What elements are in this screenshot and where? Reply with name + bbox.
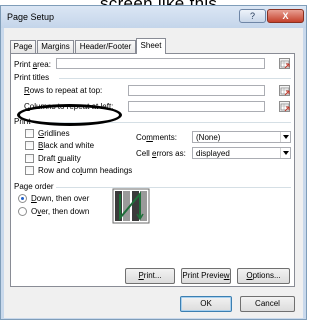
options-button[interactable]: Options...: [237, 268, 290, 284]
over-then-down-radio[interactable]: [18, 207, 27, 216]
sheet-tab-panel: Print area: Print titles Rows to repeat …: [10, 53, 295, 287]
print-area-range-picker[interactable]: [279, 58, 290, 69]
range-picker-icon: [280, 60, 290, 69]
range-picker-icon: [280, 103, 290, 112]
chevron-down-icon: [280, 148, 290, 158]
print-button[interactable]: Print...: [125, 268, 175, 284]
print-titles-heading: Print titles: [14, 73, 50, 82]
title-bar: Page Setup ? X: [1, 6, 306, 28]
row-column-headings-checkbox[interactable]: [25, 166, 34, 175]
cell-errors-dropdown[interactable]: displayed: [192, 147, 291, 159]
tab-header-footer[interactable]: Header/Footer: [75, 40, 136, 53]
cell-errors-value: displayed: [196, 149, 230, 158]
page-order-divider: [56, 187, 291, 188]
help-button[interactable]: ?: [239, 9, 266, 23]
range-picker-icon: [280, 87, 290, 96]
tab-sheet[interactable]: Sheet: [136, 38, 166, 54]
dialog-title: Page Setup: [7, 12, 55, 22]
page-order-heading: Page order: [14, 182, 54, 191]
print-titles-divider: [59, 78, 291, 79]
print-preview-button[interactable]: Print Preview: [181, 268, 231, 284]
page-setup-dialog: Page Setup ? X Page Margins Header/Foote…: [0, 5, 307, 320]
cell-errors-label: Cell errors as:: [136, 149, 186, 158]
rows-to-repeat-label: Rows to repeat at top:: [24, 86, 103, 95]
over-then-down-label: Over, then down: [31, 207, 90, 216]
columns-to-repeat-input[interactable]: [128, 101, 265, 112]
rows-range-picker[interactable]: [279, 85, 290, 96]
comments-dropdown[interactable]: (None): [192, 131, 291, 143]
page-order-preview-icon: [112, 188, 150, 224]
dialog-body: Page Margins Header/Footer Sheet Print a…: [4, 28, 303, 318]
cancel-button[interactable]: Cancel: [240, 296, 295, 312]
gridlines-checkbox[interactable]: [25, 129, 34, 138]
ok-button[interactable]: OK: [180, 296, 232, 312]
black-and-white-label: Black and white: [38, 141, 95, 150]
print-divider: [36, 122, 291, 123]
print-area-input[interactable]: [56, 58, 265, 69]
comments-value: (None): [196, 133, 221, 142]
columns-to-repeat-label: Columns to repeat at left:: [24, 102, 114, 111]
tab-page[interactable]: Page: [10, 40, 36, 53]
gridlines-label: Gridlines: [38, 129, 70, 138]
draft-quality-checkbox[interactable]: [25, 154, 34, 163]
tab-margins[interactable]: Margins: [37, 40, 74, 53]
draft-quality-label: Draft quality: [38, 154, 81, 163]
down-then-over-label: Down, then over: [31, 194, 90, 203]
print-heading: Print: [14, 117, 31, 126]
columns-range-picker[interactable]: [279, 101, 290, 112]
black-and-white-checkbox[interactable]: [25, 141, 34, 150]
close-button[interactable]: X: [267, 9, 304, 23]
chevron-down-icon: [280, 132, 290, 142]
down-then-over-radio[interactable]: [18, 194, 27, 203]
rows-to-repeat-input[interactable]: [128, 85, 265, 96]
row-column-headings-label: Row and column headings: [38, 166, 133, 175]
comments-label: Comments:: [136, 133, 177, 142]
print-area-label: Print area:: [14, 60, 51, 69]
